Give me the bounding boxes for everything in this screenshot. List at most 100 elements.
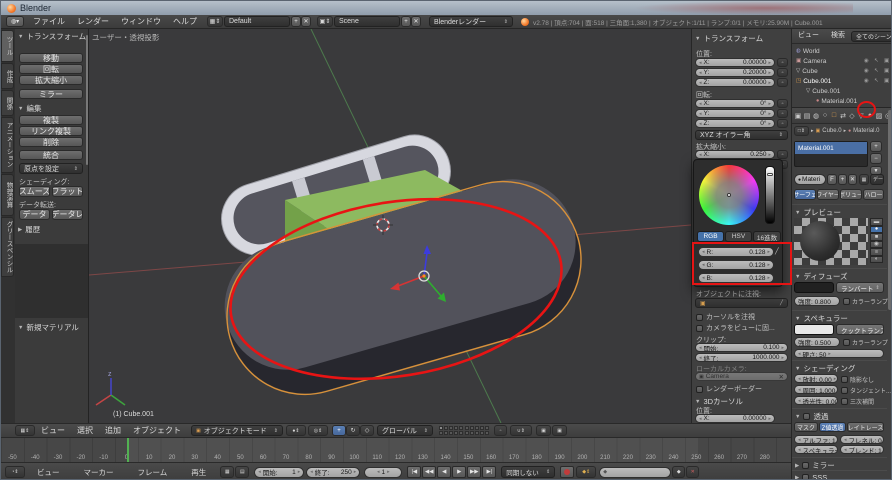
menu-item[interactable]: ウィンドウ xyxy=(115,15,167,29)
diffuse-color-swatch[interactable] xyxy=(794,282,834,293)
preview-range-icon[interactable]: ▦ xyxy=(220,466,234,478)
cursor-x-field[interactable]: X:0.00000 xyxy=(695,414,775,423)
slot-remove-icon[interactable]: − xyxy=(870,153,882,164)
panel-header-sss[interactable]: ▶SSS xyxy=(792,470,887,480)
specular-ramp-row[interactable]: カラーランプ xyxy=(843,338,888,347)
preview-sky-icon[interactable]: ◐ xyxy=(870,256,883,264)
panel-header-shading[interactable]: ▼シェーディング xyxy=(792,360,887,374)
scale-button[interactable]: 拡大縮小 xyxy=(19,75,83,85)
select-icon[interactable]: ↖ xyxy=(874,78,879,84)
panel-header-mirror[interactable]: ▶ミラー xyxy=(792,457,887,471)
tab-texture-icon[interactable]: ▨ xyxy=(875,112,883,120)
tab-modifiers-icon[interactable]: ◇ xyxy=(848,112,856,120)
jump-start-icon[interactable]: |◀ xyxy=(407,466,421,478)
render-border-row[interactable]: レンダーボーダー xyxy=(696,384,762,394)
checkbox-icon[interactable] xyxy=(696,325,703,332)
lock-icon[interactable]: ▫ xyxy=(777,150,788,159)
close-icon[interactable]: ✕ xyxy=(411,16,421,27)
tab-rgb[interactable]: RGB xyxy=(697,231,724,242)
emit-field[interactable]: 放射: 0.00 xyxy=(794,374,838,383)
duplicate-linked-button[interactable]: リンク複製 xyxy=(19,126,83,136)
layers-grid-2[interactable] xyxy=(465,426,489,435)
preview-hair-icon[interactable]: ≡ xyxy=(870,248,883,256)
render-opengl-icon[interactable]: ▣ xyxy=(536,425,551,436)
outliner-item-camera[interactable]: ▣Camera ◉↖▣ xyxy=(792,56,892,66)
material-slot-active[interactable]: Material.001 xyxy=(795,142,867,154)
checkbox-icon[interactable] xyxy=(696,386,703,393)
outliner-item-world[interactable]: ◍World xyxy=(792,46,892,56)
tab-world-icon[interactable]: ○ xyxy=(821,112,829,119)
menu-item[interactable]: レンダー xyxy=(71,15,115,29)
eye-icon[interactable]: ◉ xyxy=(864,68,869,74)
scene-icon[interactable]: ▣⇕ xyxy=(317,16,333,27)
transp-ztransp-tab[interactable]: Z値透過 xyxy=(819,422,846,432)
manipulator-scale-icon[interactable]: ◇ xyxy=(360,425,374,436)
window-titlebar[interactable]: Blender xyxy=(1,1,892,15)
keying-set-field[interactable]: ◆ xyxy=(599,467,671,478)
play-reverse-icon[interactable]: ◀ xyxy=(437,466,451,478)
tangent-row[interactable]: タンジェント... xyxy=(841,386,891,395)
outliner-item-cube001-data[interactable]: ▽Cube.001 xyxy=(792,86,892,96)
checkbox-icon[interactable] xyxy=(803,413,810,420)
menu-item[interactable]: 再生 xyxy=(179,464,218,480)
cubic-row[interactable]: 三次補間 xyxy=(841,397,874,406)
tab-data-icon[interactable]: ▽ xyxy=(857,112,865,120)
outliner-scope-dropdown[interactable]: 全てのシーン xyxy=(851,31,892,42)
preview-flat-icon[interactable]: ▬ xyxy=(870,218,883,226)
panel-header-new-material[interactable]: ▼新規マテリアル xyxy=(18,322,88,333)
move-button[interactable]: 移動 xyxy=(19,53,83,63)
play-icon[interactable]: ▶ xyxy=(452,466,466,478)
transp-raytrace-tab[interactable]: レイトレース xyxy=(847,422,884,432)
eye-icon[interactable]: ◉ xyxy=(864,58,869,64)
toolshelf-tab[interactable]: 作成 xyxy=(1,63,14,89)
type-halo-tab[interactable]: ハロー xyxy=(863,189,884,200)
fake-user-button[interactable]: F xyxy=(827,174,837,185)
shade-smooth-button[interactable]: スムーズ xyxy=(19,186,50,197)
checkbox-icon[interactable] xyxy=(843,298,850,305)
menu-item[interactable]: マーカー xyxy=(72,464,126,480)
toolshelf-tab[interactable]: 物理演算 xyxy=(1,174,14,216)
panel-header-transparency[interactable]: ▼透過 xyxy=(792,408,887,422)
outliner-search-menu[interactable]: 検索 xyxy=(825,29,851,43)
editor-type-icon[interactable]: ▦⇕ xyxy=(15,425,35,436)
panel-header-preview[interactable]: ▼プレビュー xyxy=(792,204,887,218)
tab-render-layers-icon[interactable]: ▤ xyxy=(803,112,811,120)
location-y-field[interactable]: Y:0.20000 xyxy=(695,68,775,77)
record-icon[interactable] xyxy=(560,466,574,478)
mirror-button[interactable]: ミラー xyxy=(19,89,83,99)
checkbox-icon[interactable] xyxy=(841,376,848,383)
lock-icon[interactable]: ▫ xyxy=(777,58,788,67)
tab-object-icon[interactable]: □ xyxy=(830,112,838,119)
manipulator-rotate-icon[interactable]: ↻ xyxy=(346,425,360,436)
menu-item[interactable]: 追加 xyxy=(99,424,127,438)
camera-to-view-row[interactable]: カメラをビューに固... xyxy=(696,323,775,333)
outliner-item-material001[interactable]: ●Material.001 xyxy=(792,96,892,106)
diffuse-shader-dropdown[interactable]: ランバート⇕ xyxy=(836,282,884,293)
breadcrumb-object[interactable]: Cube.0 xyxy=(822,128,841,134)
menu-item[interactable]: ビュー xyxy=(35,424,71,438)
lock-icon[interactable]: ▫ xyxy=(777,99,788,108)
layers-grid-1[interactable] xyxy=(439,426,463,435)
screen-layout-icon[interactable]: ▦⇕ xyxy=(207,16,223,27)
toolshelf-tab[interactable]: グリースペンシル xyxy=(1,217,14,277)
toolshelf-tab[interactable]: アニメーション xyxy=(1,117,14,173)
preview-monkey-icon[interactable]: ◉ xyxy=(870,241,883,249)
blend-field[interactable]: ブレンド: 1.250 xyxy=(840,445,884,454)
render-icon[interactable]: ▣ xyxy=(884,78,889,84)
shading-dropdown-icon[interactable]: ●⇕ xyxy=(286,425,306,436)
next-keyframe-icon[interactable]: ▶▶ xyxy=(467,466,481,478)
fresnel-field[interactable]: フレネル: 0.000 xyxy=(840,435,884,444)
panel-header-edit[interactable]: ▼編集 xyxy=(18,103,88,114)
specular-intensity-slider[interactable]: 強度: 0.500 xyxy=(794,337,840,347)
close-icon[interactable]: ✕ xyxy=(301,16,311,27)
keying-set-icon[interactable]: ◆⇕ xyxy=(576,466,596,478)
toolshelf-tab[interactable]: ツール xyxy=(1,30,14,62)
add-icon[interactable]: + xyxy=(401,16,411,27)
type-volume-tab[interactable]: ボリュー xyxy=(840,189,862,200)
preview-sphere-icon[interactable]: ● xyxy=(870,226,883,234)
rotate-button[interactable]: 回転 xyxy=(19,64,83,74)
lock-icon[interactable]: ▫ xyxy=(777,68,788,77)
scale-x-field[interactable]: X:0.250 xyxy=(695,150,775,159)
specular-transp-field[interactable]: スペキュラー: 1.000 xyxy=(794,445,838,454)
shelf-scrollbar[interactable] xyxy=(86,35,88,165)
